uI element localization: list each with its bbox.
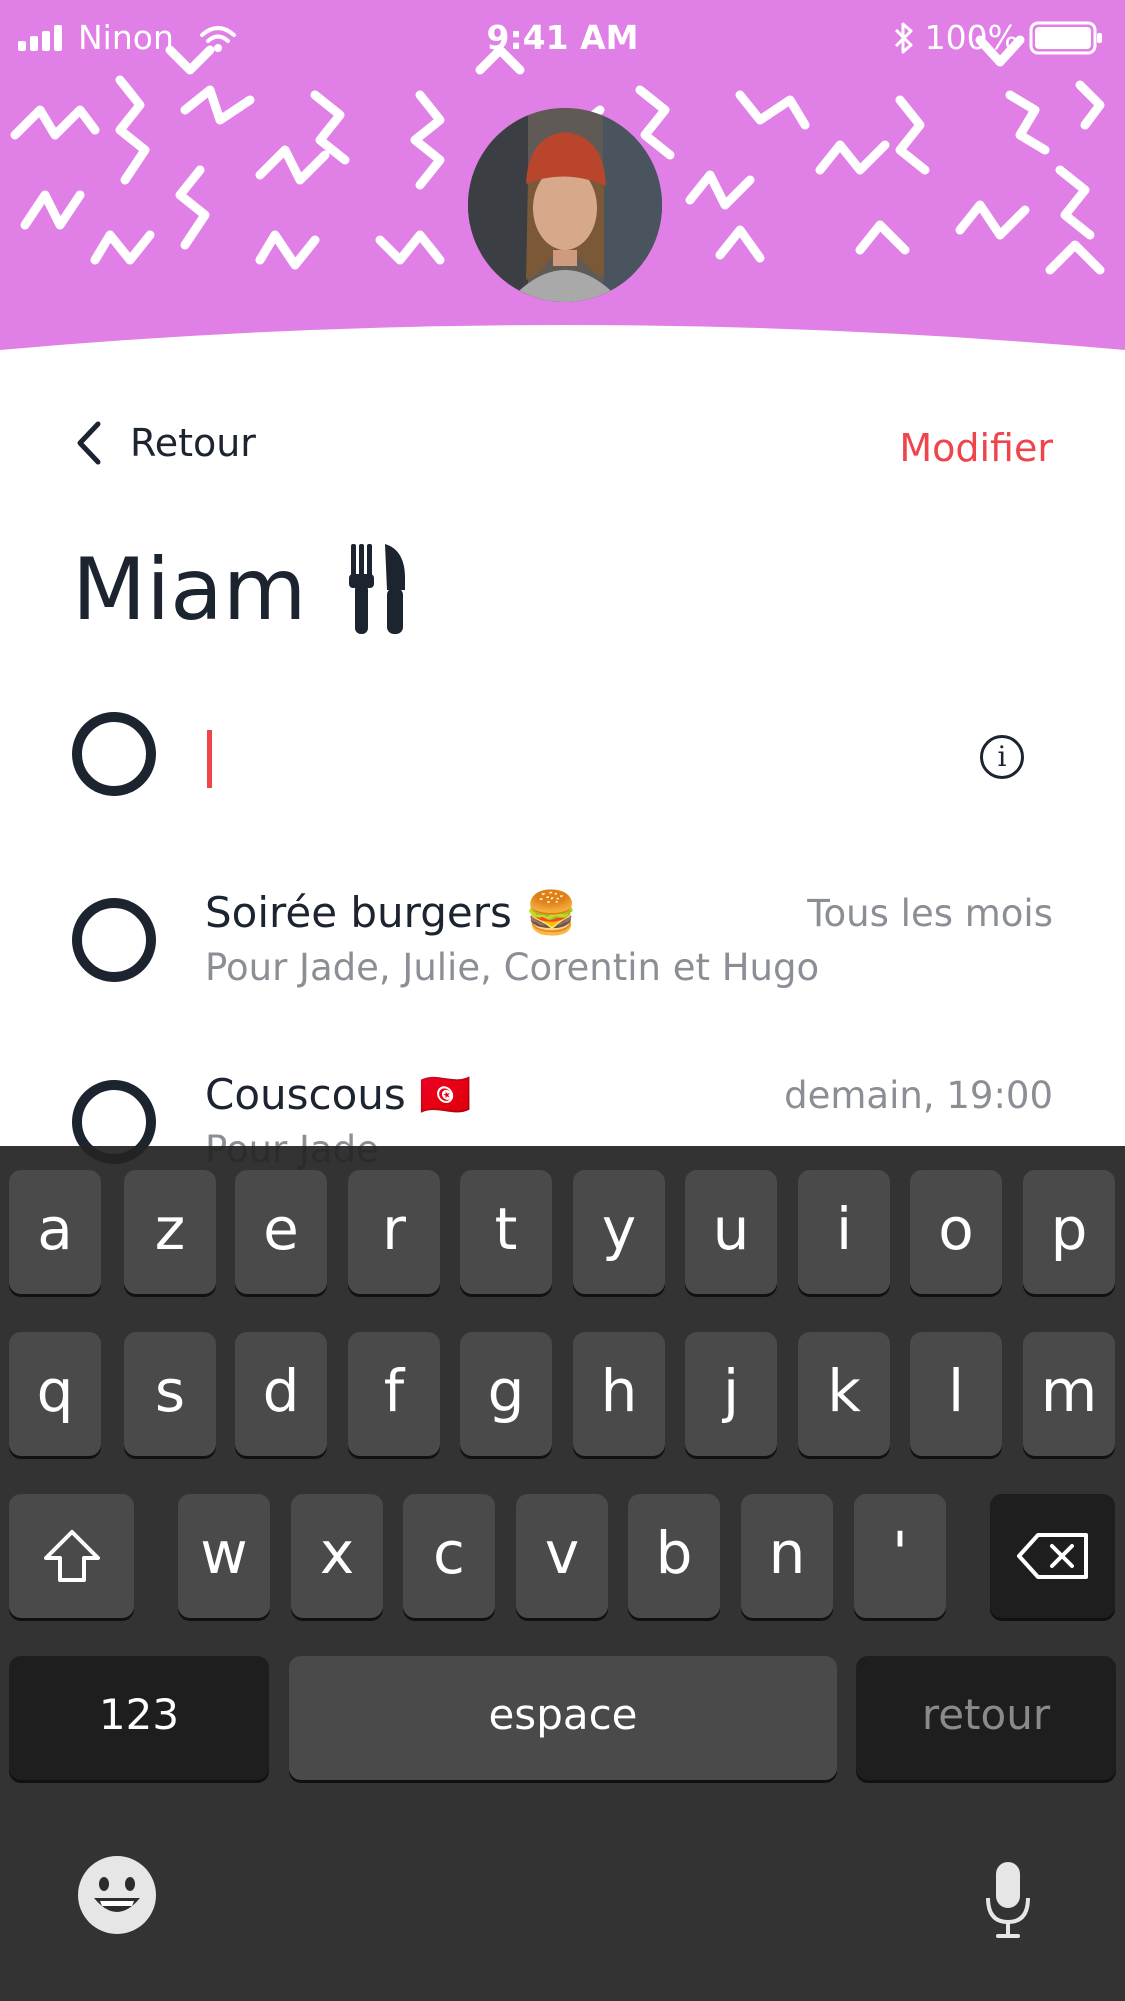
key-g[interactable]: g bbox=[460, 1332, 552, 1456]
space-key[interactable]: espace bbox=[289, 1656, 837, 1780]
key-r[interactable]: r bbox=[348, 1170, 440, 1294]
key-i[interactable]: i bbox=[798, 1170, 890, 1294]
modify-button[interactable]: Modifier bbox=[899, 426, 1053, 470]
return-key[interactable]: retour bbox=[856, 1656, 1116, 1780]
key-x[interactable]: x bbox=[291, 1494, 383, 1618]
checkbox-circle[interactable] bbox=[72, 898, 156, 982]
info-icon[interactable]: i bbox=[980, 735, 1024, 779]
shift-key[interactable] bbox=[9, 1494, 134, 1618]
item-title: Couscous 🇹🇳 bbox=[205, 1070, 472, 1119]
fork-knife-icon bbox=[348, 544, 405, 634]
chevron-left-icon bbox=[77, 421, 101, 465]
key-l[interactable]: l bbox=[910, 1332, 1002, 1456]
key-j[interactable]: j bbox=[685, 1332, 777, 1456]
key-m[interactable]: m bbox=[1023, 1332, 1115, 1456]
bluetooth-icon bbox=[894, 22, 913, 53]
header-curve bbox=[0, 325, 1125, 360]
key-p[interactable]: p bbox=[1023, 1170, 1115, 1294]
key-a[interactable]: a bbox=[9, 1170, 101, 1294]
battery-icon bbox=[1029, 21, 1102, 54]
emoji-icon[interactable] bbox=[76, 1854, 158, 1936]
key-v[interactable]: v bbox=[516, 1494, 608, 1618]
battery-percent: 100% bbox=[924, 18, 1019, 57]
key-s[interactable]: s bbox=[124, 1332, 216, 1456]
navigation-bar: Retour Modifier bbox=[0, 420, 1125, 480]
key-y[interactable]: y bbox=[573, 1170, 665, 1294]
backspace-icon bbox=[1016, 1533, 1088, 1579]
item-title: Soirée burgers 🍔 bbox=[205, 888, 578, 937]
key-b[interactable]: b bbox=[628, 1494, 720, 1618]
new-item-row[interactable] bbox=[0, 712, 1125, 802]
avatar[interactable] bbox=[468, 108, 662, 302]
list-item[interactable]: Soirée burgers 🍔 Tous les mois Pour Jade… bbox=[0, 880, 1125, 1000]
shift-icon bbox=[43, 1530, 100, 1582]
header-banner: Ninon 9:41 AM 100% bbox=[0, 0, 1125, 360]
item-date: Tous les mois bbox=[807, 892, 1053, 935]
key-h[interactable]: h bbox=[573, 1332, 665, 1456]
profile-photo bbox=[468, 108, 662, 302]
page-title: Miam bbox=[72, 540, 307, 640]
key-z[interactable]: z bbox=[124, 1170, 216, 1294]
text-cursor bbox=[207, 730, 212, 788]
key-n[interactable]: n bbox=[741, 1494, 833, 1618]
keyboard: a z e r t y u i o p q s d f g h j k l m … bbox=[0, 1146, 1125, 2001]
key-t[interactable]: t bbox=[460, 1170, 552, 1294]
back-button[interactable]: Retour bbox=[74, 420, 256, 466]
item-date: demain, 19:00 bbox=[784, 1074, 1053, 1117]
checkbox-circle[interactable] bbox=[72, 712, 156, 796]
key-c[interactable]: c bbox=[403, 1494, 495, 1618]
key-k[interactable]: k bbox=[798, 1332, 890, 1456]
list-title-block: Miam bbox=[72, 540, 407, 640]
status-bar: Ninon 9:41 AM 100% bbox=[0, 0, 1125, 76]
delete-key[interactable] bbox=[990, 1494, 1115, 1618]
key-w[interactable]: w bbox=[178, 1494, 270, 1618]
microphone-icon[interactable] bbox=[984, 1860, 1032, 1940]
numbers-key[interactable]: 123 bbox=[9, 1656, 269, 1780]
key-apostrophe[interactable]: ' bbox=[854, 1494, 946, 1618]
key-o[interactable]: o bbox=[910, 1170, 1002, 1294]
key-e[interactable]: e bbox=[235, 1170, 327, 1294]
back-label: Retour bbox=[130, 421, 256, 465]
item-subtitle: Pour Jade, Julie, Corentin et Hugo bbox=[205, 946, 820, 989]
key-q[interactable]: q bbox=[9, 1332, 101, 1456]
key-d[interactable]: d bbox=[235, 1332, 327, 1456]
key-u[interactable]: u bbox=[685, 1170, 777, 1294]
key-f[interactable]: f bbox=[348, 1332, 440, 1456]
